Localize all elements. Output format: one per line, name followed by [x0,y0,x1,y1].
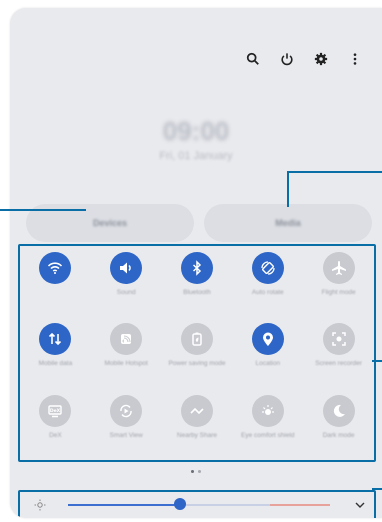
smart-view-icon [110,394,143,427]
tile-dex[interactable]: DeX DeX [20,389,91,460]
tile-label: Screen recorder [315,360,362,368]
power-icon[interactable] [280,52,294,66]
media-callout-line [287,171,382,173]
sound-icon [110,252,143,284]
tile-power-saving[interactable]: Power saving mode [162,317,233,388]
tile-wifi[interactable] [20,246,91,317]
tile-flight-mode[interactable]: Flight mode [303,246,374,317]
media-button[interactable]: Media [204,204,372,242]
quick-panel: 09:00 Fri, 01 January Devices Media Soun… [10,8,382,518]
quick-settings-grid: Sound Bluetooth Auto rotate Flight mode … [18,244,376,462]
tile-label: Smart View [109,431,143,439]
tile-dark-mode[interactable]: Dark mode [303,389,374,460]
brightness-track-high [270,504,330,506]
chevron-down-icon[interactable] [354,499,366,511]
airplane-icon [322,252,355,284]
tile-sound[interactable]: Sound [91,246,162,317]
svg-text:DeX: DeX [50,408,61,414]
tile-mobile-hotspot[interactable]: Mobile Hotspot [91,317,162,388]
tile-mobile-data[interactable]: Mobile data [20,317,91,388]
brightness-slider-thumb[interactable] [174,498,186,510]
location-icon [251,323,284,356]
wifi-icon [39,252,72,284]
page-indicator [10,470,382,473]
media-label: Media [275,218,301,228]
sun-icon [34,499,46,511]
tile-nearby-share[interactable]: Nearby Share [162,389,233,460]
dex-icon: DeX [39,394,72,427]
page-dot-active [191,470,194,473]
clock-time: 09:00 [162,116,230,146]
hotspot-icon [110,323,143,356]
tile-label: Mobile data [38,360,73,368]
more-vert-icon[interactable] [348,52,362,66]
media-callout-line [287,171,289,207]
clock-date: Fri, 01 January [159,150,233,162]
screen-recorder-icon [322,323,355,356]
top-toolbar [246,52,362,66]
tile-label: Bluetooth [183,289,211,296]
page-dot [198,470,201,473]
devices-callout-line [0,209,86,211]
tile-smart-view[interactable]: Smart View [91,389,162,460]
brightness-track [180,504,270,506]
search-icon[interactable] [246,52,260,66]
tile-label: Sound [116,289,136,296]
tile-screen-recorder[interactable]: Screen recorder [303,317,374,388]
tile-label: Location [255,360,281,368]
moon-icon [322,394,355,427]
tile-label: DeX [49,431,62,439]
settings-icon[interactable] [314,52,328,66]
tile-label: Power saving mode [168,360,226,368]
auto-rotate-icon [251,252,284,284]
tile-location[interactable]: Location [232,317,303,388]
tile-eye-comfort[interactable]: Eye comfort shield [232,389,303,460]
tile-auto-rotate[interactable]: Auto rotate [232,246,303,317]
mobile-data-icon [39,323,72,356]
tile-label: Auto rotate [251,289,284,296]
brightness-callout-line [372,488,382,490]
tile-label: Flight mode [321,289,356,296]
tile-label: Nearby Share [176,431,218,439]
battery-leaf-icon [180,323,213,356]
tile-label: Mobile Hotspot [104,360,148,368]
bluetooth-icon [180,252,213,284]
tile-label: Dark mode [322,431,355,439]
nearby-share-icon [180,394,213,427]
tile-bluetooth[interactable]: Bluetooth [162,246,233,317]
brightness-track-filled [68,504,180,506]
grid-callout-line [372,360,382,362]
devices-label: Devices [92,218,128,228]
brightness-bar [18,490,376,518]
tile-label: Eye comfort shield [241,431,295,439]
eye-comfort-icon [251,394,284,427]
